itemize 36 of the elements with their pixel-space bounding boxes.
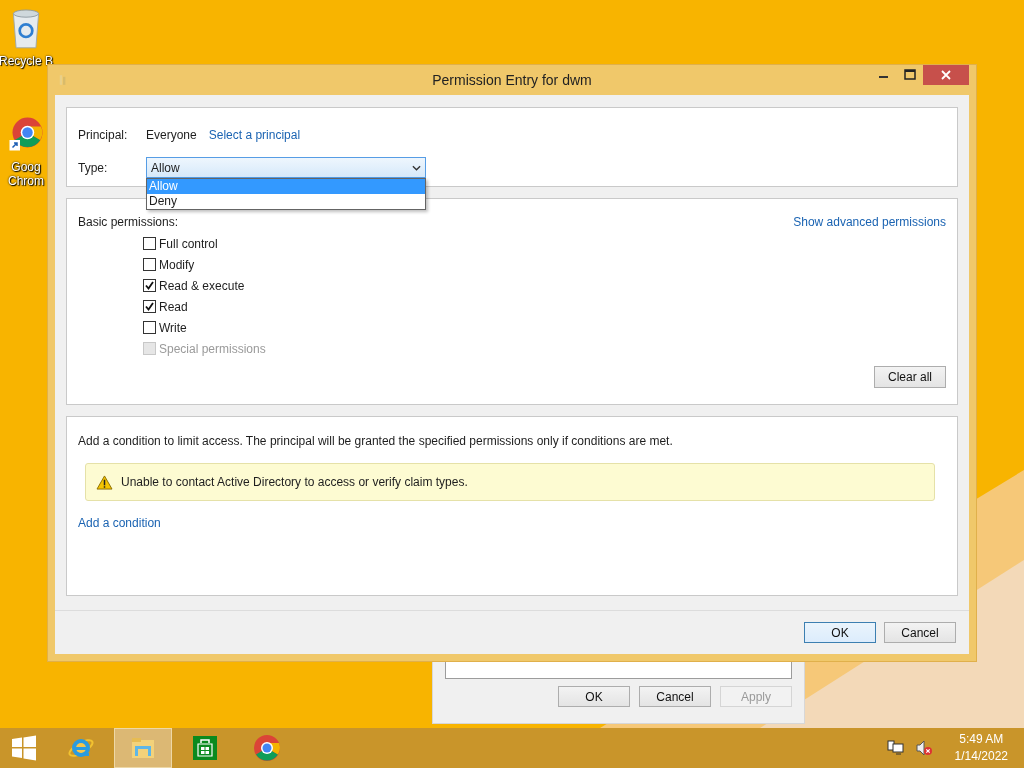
checkbox-label: Modify xyxy=(159,257,195,272)
principal-label: Principal: xyxy=(78,127,129,142)
dialog-button[interactable]: OK xyxy=(804,622,876,643)
store-bag-icon xyxy=(191,734,219,762)
checkbox-label: Read xyxy=(159,299,188,314)
checkbox-label: Full control xyxy=(159,236,218,251)
network-icon[interactable] xyxy=(886,740,905,756)
checkbox-label: Special permissions xyxy=(159,341,266,356)
checkbox[interactable] xyxy=(143,279,156,292)
chrome-icon xyxy=(253,734,281,762)
dialog-button[interactable]: Cancel xyxy=(884,622,956,643)
principal-value: Everyone xyxy=(146,127,197,142)
window-title: Permission Entry for dwm xyxy=(432,72,592,88)
windows-logo-icon xyxy=(10,734,38,762)
close-button[interactable] xyxy=(923,65,969,85)
checkbox[interactable] xyxy=(143,237,156,250)
type-label: Type: xyxy=(78,160,109,175)
warning-text: Unable to contact Active Directory to access or verify claim types. xyxy=(121,475,468,489)
select-principal-link[interactable]: Select a principal xyxy=(208,127,301,142)
type-dropdown[interactable]: Allow xyxy=(146,157,426,178)
conditions-description: Add a condition to limit access. The principal will be granted the specified permissions only if conditions are met. xyxy=(78,433,674,449)
checkbox-label: Write xyxy=(159,320,187,335)
checkbox[interactable] xyxy=(143,258,156,271)
add-condition-link[interactable]: Add a condition xyxy=(78,516,161,530)
clear-all-button[interactable]: Clear all xyxy=(874,366,946,388)
muted-speaker-icon[interactable] xyxy=(914,740,933,756)
checkbox[interactable] xyxy=(143,300,156,313)
chevron-down-icon xyxy=(412,164,421,171)
show-advanced-permissions-link[interactable]: Show advanced permissions xyxy=(793,215,946,229)
dropdown-option[interactable]: Deny xyxy=(147,194,425,209)
basic-permissions-label: Basic permissions: xyxy=(78,215,179,229)
dialog-button[interactable]: OK xyxy=(558,686,630,707)
checkbox-label: Read & execute xyxy=(159,278,245,293)
checkbox[interactable] xyxy=(143,321,156,334)
dialog-button[interactable]: Cancel xyxy=(639,686,711,707)
warning-icon xyxy=(96,474,113,490)
